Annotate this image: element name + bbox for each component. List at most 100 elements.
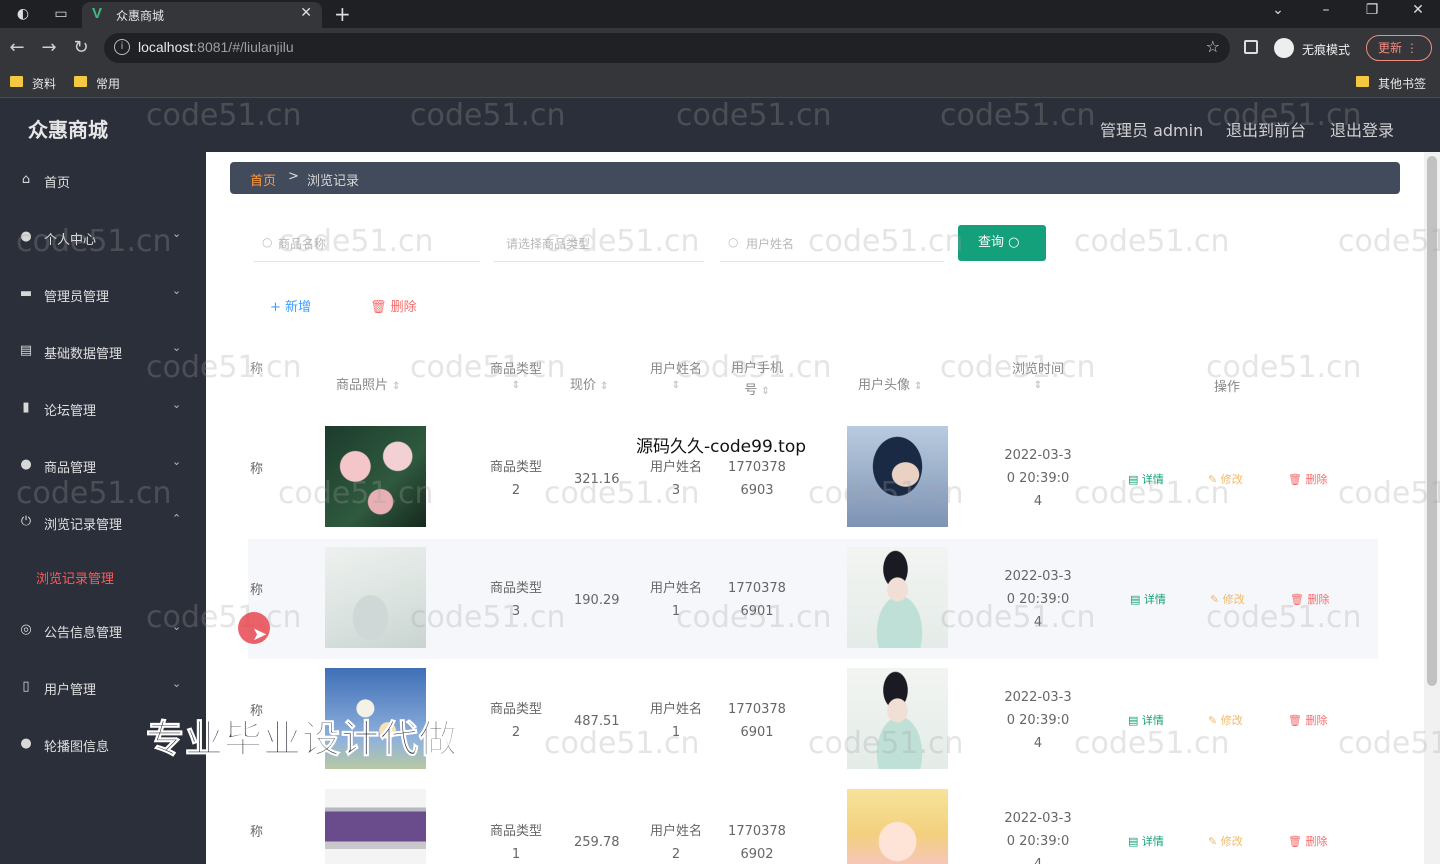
sort-icon: ⇕	[392, 381, 401, 392]
user-avatar[interactable]	[847, 668, 948, 769]
query-button[interactable]: 查询 ○	[958, 225, 1046, 261]
delete-label: 删除	[390, 300, 417, 315]
cell-time: 2022-03-30 20:39:04	[1004, 448, 1072, 509]
edit-label: 修改	[1222, 593, 1245, 606]
bookmark-folder[interactable]: 常用	[74, 75, 120, 92]
sidebar-item-home[interactable]: ⌂ 首页	[0, 152, 206, 208]
detail-button[interactable]: ▤ 详情	[1122, 468, 1170, 492]
scrollbar-thumb[interactable]	[1427, 156, 1437, 686]
logout-link[interactable]: 退出登录	[1330, 117, 1394, 141]
minimize-icon[interactable]: –	[1316, 2, 1336, 18]
col-header-type-label: 商品类型	[489, 362, 542, 377]
back-to-front-link[interactable]: 退出到前台	[1226, 117, 1306, 141]
bookmark-star-icon[interactable]: ☆	[1206, 37, 1220, 56]
goods-name-placeholder: 商品名称	[278, 237, 327, 251]
user-avatar[interactable]	[847, 426, 948, 527]
col-header-phone[interactable]: 用户手机号 ⇕	[726, 358, 788, 403]
window-icon[interactable]: ▭	[52, 5, 70, 23]
sidebar-item-goods[interactable]: ● 商品管理 ⌄	[0, 437, 206, 493]
new-tab-button[interactable]: +	[334, 2, 351, 26]
edit-button[interactable]: ✎ 修改	[1202, 830, 1249, 854]
user-icon: ●	[20, 229, 32, 244]
col-header-type[interactable]: 商品类型 ⇕	[486, 358, 546, 392]
sidebar-subitem-history[interactable]: 浏览记录管理	[36, 568, 114, 587]
detail-label: 详情	[1141, 473, 1164, 486]
update-label: 更新	[1378, 41, 1403, 55]
delete-button[interactable]: 🗑 删除	[1276, 588, 1343, 612]
goods-type-select[interactable]: 请选择商品类型	[494, 224, 704, 262]
col-header-photo-label: 商品照片	[336, 378, 389, 393]
restore-icon[interactable]: ❐	[1362, 2, 1382, 18]
update-button[interactable]: 更新 ⋮	[1366, 35, 1432, 61]
info-icon[interactable]: i	[114, 39, 130, 55]
product-photo[interactable]	[325, 426, 426, 527]
delete-button[interactable]: 🗑 删除	[1282, 830, 1333, 854]
col-header-time[interactable]: 浏览时间 ⇕	[1008, 358, 1068, 392]
reload-icon[interactable]: ↻	[70, 37, 92, 58]
back-icon[interactable]: ←	[6, 37, 28, 58]
goods-name-input[interactable]: ○ 商品名称	[254, 224, 480, 262]
delete-label: 删除	[1305, 714, 1328, 727]
folder-icon	[74, 76, 87, 87]
side-panel-icon[interactable]	[1244, 40, 1258, 54]
sidebar-item-basedata[interactable]: ▤ 基础数据管理 ⌄	[0, 323, 206, 379]
sidebar-item-history[interactable]: ⏻ 浏览记录管理 ⌃	[0, 494, 206, 550]
cell-time: 2022-03-30 20:39:04	[1004, 569, 1072, 630]
detail-button[interactable]: ▤ 详情	[1122, 709, 1170, 733]
edit-button[interactable]: ✎ 修改	[1202, 709, 1249, 733]
cell-type: 商品类型1	[489, 824, 542, 862]
product-photo[interactable]	[325, 789, 426, 864]
detail-button[interactable]: ▤ 详情	[1122, 830, 1170, 854]
col-header-photo[interactable]: 商品照片 ⇕	[336, 374, 401, 393]
delete-button[interactable]: 🗑 删除	[1282, 709, 1333, 733]
sidebar-item-admins[interactable]: ▬ 管理员管理 ⌄	[0, 266, 206, 322]
col-header-price[interactable]: 现价 ⇕	[570, 374, 609, 393]
bookmark-folder[interactable]: 资料	[10, 75, 56, 92]
user-icon: ●	[20, 457, 32, 472]
sidebar-item-users[interactable]: ▯ 用户管理 ⌄	[0, 659, 206, 715]
add-label: 新增	[285, 300, 312, 315]
cell-phone: 17703786901	[728, 702, 786, 740]
sidebar-item-notices[interactable]: ◎ 公告信息管理 ⌄	[0, 602, 206, 658]
col-header-avatar-label: 用户头像	[858, 378, 911, 393]
detail-button[interactable]: ▤ 详情	[1116, 588, 1180, 612]
bulk-delete-button[interactable]: 🗑 删除	[370, 296, 417, 315]
app-header: 众惠商城 管理员 admin 退出到前台 退出登录	[0, 98, 1440, 152]
sidebar-item-label: 论坛管理	[44, 404, 97, 419]
cell-name: 称	[250, 462, 264, 477]
cell-type: 商品类型3	[489, 581, 542, 619]
add-button[interactable]: + 新增	[270, 296, 311, 315]
delete-label: 删除	[1305, 473, 1328, 486]
username-input[interactable]: ○ 用户姓名	[720, 224, 944, 262]
edit-button[interactable]: ✎ 修改	[1196, 588, 1259, 612]
other-bookmarks[interactable]: 其他书签	[1356, 75, 1426, 92]
user-avatar[interactable]	[847, 547, 948, 648]
col-header-username[interactable]: 用户姓名 ⇕	[646, 358, 706, 392]
url-field[interactable]: i localhost:8081/#/liulanjilu ☆	[104, 33, 1230, 63]
product-photo[interactable]	[325, 547, 426, 648]
col-header-ops: 操作	[1214, 380, 1241, 395]
center-watermark: 源码久久-code99.top	[636, 437, 807, 457]
promo-overlay: 专业毕业设计代做	[145, 717, 459, 762]
detail-label: 详情	[1143, 593, 1166, 606]
col-header-avatar[interactable]: 用户头像 ⇕	[858, 374, 923, 393]
incognito-icon[interactable]	[1274, 38, 1294, 58]
chevron-down-icon: ⌄	[172, 341, 182, 354]
close-tab-icon[interactable]: ✕	[300, 5, 312, 21]
browser-tab[interactable]: V 众惠商城 ✕	[82, 2, 322, 28]
delete-button[interactable]: 🗑 删除	[1282, 468, 1333, 492]
sidebar-item-label: 公告信息管理	[44, 626, 123, 641]
document-icon: ▤	[19, 343, 33, 358]
sidebar-item-forum[interactable]: ▮ 论坛管理 ⌄	[0, 380, 206, 436]
chevron-down-icon[interactable]: ⌄	[1268, 2, 1288, 18]
user-avatar[interactable]	[847, 789, 948, 864]
detail-label: 详情	[1141, 714, 1164, 727]
globe-icon[interactable]: ◐	[14, 5, 32, 23]
sort-icon: ⇕	[600, 381, 609, 392]
sidebar-item-profile[interactable]: ● 个人中心 ⌄	[0, 209, 206, 265]
breadcrumb-home[interactable]: 首页	[250, 170, 276, 189]
query-label: 查询	[978, 235, 1005, 250]
edit-button[interactable]: ✎ 修改	[1202, 468, 1249, 492]
close-window-icon[interactable]: ✕	[1408, 2, 1428, 18]
forward-icon[interactable]: →	[38, 37, 60, 58]
